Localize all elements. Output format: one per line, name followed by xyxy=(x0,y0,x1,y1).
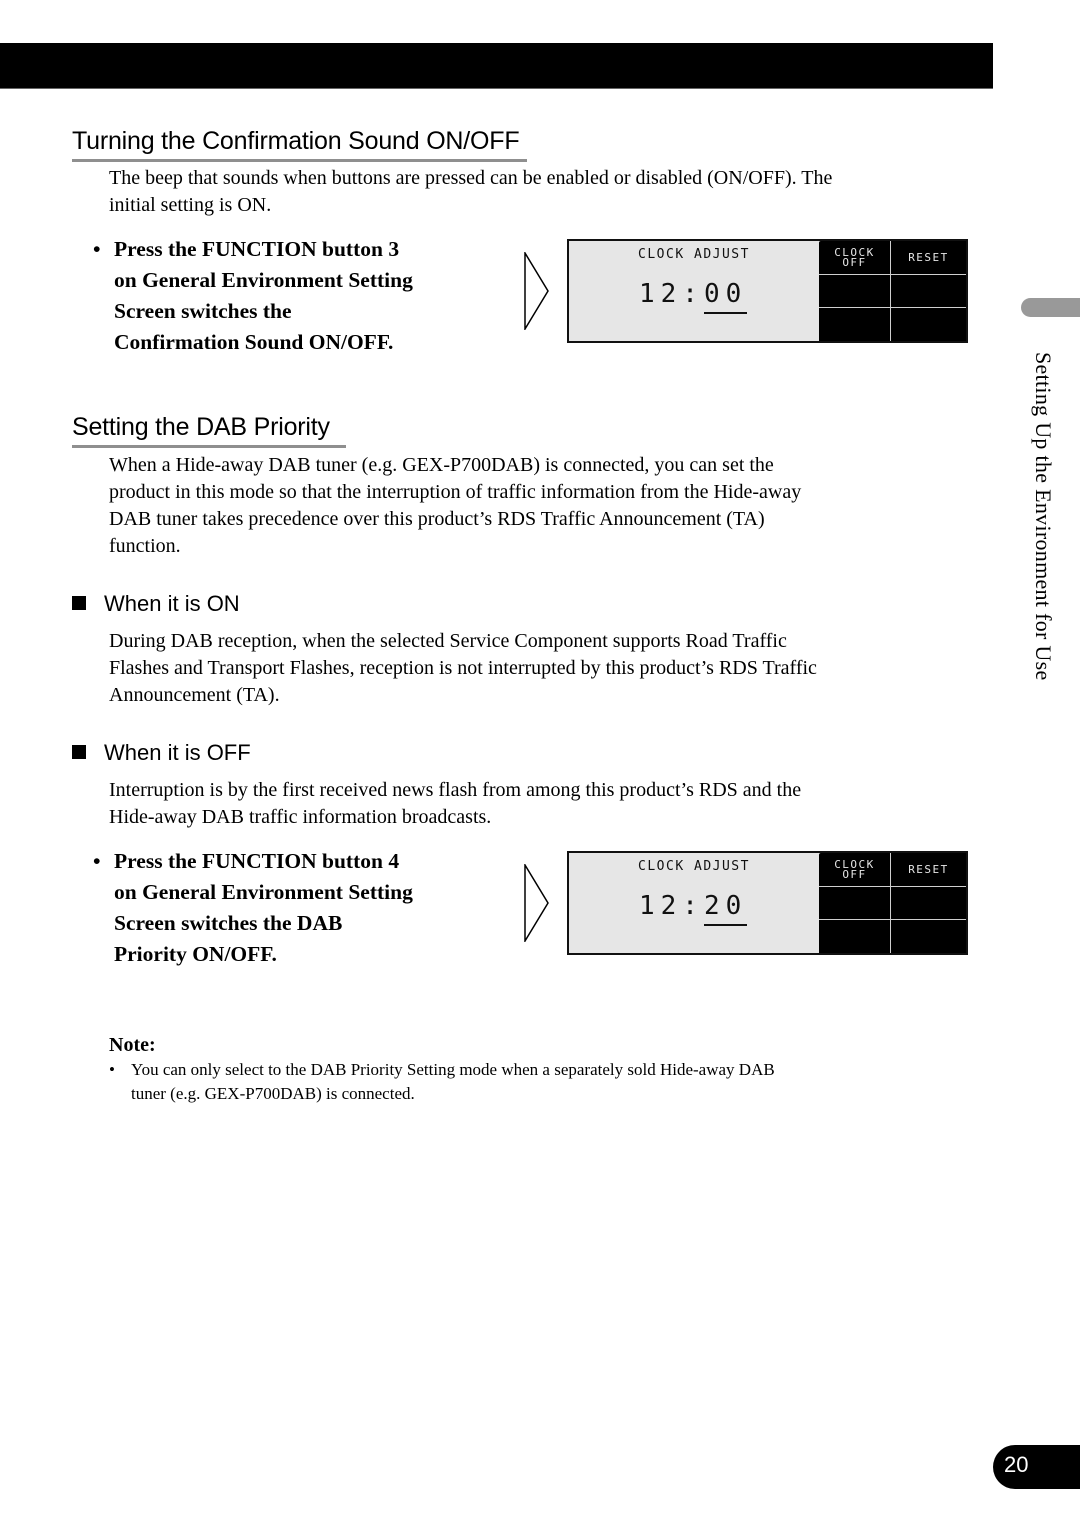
page-number: 20 xyxy=(1004,1452,1029,1477)
lcd-time-minute: 20 xyxy=(703,891,748,926)
lcd-empty-button[interactable] xyxy=(819,308,891,341)
bullet: • xyxy=(93,237,101,261)
reset-button[interactable]: RESET xyxy=(891,853,966,887)
lcd-screen-clock-adjust: CLOCK ADJUST 12:20 CLOCK OFF RESET xyxy=(567,851,968,955)
step-line: Press the FUNCTION button 4 xyxy=(114,849,400,873)
section-title-dab-priority: Setting the DAB Priority xyxy=(72,413,346,448)
lcd-empty-button[interactable] xyxy=(891,275,966,308)
note-line: You can only select to the DAB Priority … xyxy=(131,1060,775,1079)
lcd-empty-button[interactable] xyxy=(891,887,966,920)
section-title-confirmation-sound: Turning the Confirmation Sound ON/OFF xyxy=(72,127,527,162)
button-label: RESET xyxy=(908,862,949,876)
step-function-button-4: • Press the FUNCTION button 4 on General … xyxy=(93,846,413,970)
arrow-right-outline-icon xyxy=(524,252,549,330)
button-label: OFF xyxy=(842,255,867,269)
note-line: tuner (e.g. GEX-P700DAB) is connected. xyxy=(131,1084,415,1103)
lcd-empty-button[interactable] xyxy=(819,275,891,308)
step-line: Confirmation Sound ON/OFF. xyxy=(114,330,394,354)
step-line: on General Environment Setting xyxy=(114,268,413,292)
bullet: • xyxy=(109,1060,115,1079)
description-line: When a Hide-away DAB tuner (e.g. GEX-P70… xyxy=(109,454,774,476)
subsection-when-on: When it is ON xyxy=(72,591,240,617)
arrow-right-outline-icon xyxy=(524,864,549,942)
description-line: Interruption is by the first received ne… xyxy=(109,779,802,801)
step-line: Screen switches the DAB xyxy=(114,911,343,935)
bullet: • xyxy=(93,849,101,873)
description-line: Flashes and Transport Flashes, reception… xyxy=(109,657,817,679)
step-line: Press the FUNCTION button 3 xyxy=(114,237,400,261)
subsection-title-text: When it is OFF xyxy=(104,740,251,765)
note-label: Note: xyxy=(109,1034,156,1056)
description-line: Hide-away DAB traffic information broadc… xyxy=(109,806,492,828)
section-title-text: Turning the Confirmation Sound ON/OFF xyxy=(72,127,520,155)
description-line: During DAB reception, when the selected … xyxy=(109,630,787,652)
description-line: function. xyxy=(109,535,181,557)
subsection-title-text: When it is ON xyxy=(104,591,240,616)
lcd-time-hour: 12: xyxy=(639,891,704,921)
section-title-text: Setting the DAB Priority xyxy=(72,413,330,441)
lcd-time-hour: 12: xyxy=(639,279,704,309)
lcd-empty-button[interactable] xyxy=(891,920,966,953)
clock-off-button[interactable]: CLOCK OFF xyxy=(819,241,891,275)
lcd-button-grid: CLOCK OFF RESET xyxy=(819,241,966,341)
description-line: product in this mode so that the interru… xyxy=(109,481,802,503)
chapter-side-label: Setting Up the Environment for Use xyxy=(1031,352,1056,681)
reset-button[interactable]: RESET xyxy=(891,241,966,275)
lcd-screen-clock-adjust: CLOCK ADJUST 12:00 CLOCK OFF RESET xyxy=(567,239,968,343)
button-label: RESET xyxy=(908,250,949,264)
button-label: OFF xyxy=(842,867,867,881)
step-line: on General Environment Setting xyxy=(114,880,413,904)
page-number-badge: 20 xyxy=(993,1445,1080,1489)
lcd-empty-button[interactable] xyxy=(891,308,966,341)
description-line: Announcement (TA). xyxy=(109,684,280,706)
lcd-time-minute: 00 xyxy=(703,279,748,314)
dab-priority-description: When a Hide-away DAB tuner (e.g. GEX-P70… xyxy=(109,452,801,560)
when-on-description: During DAB reception, when the selected … xyxy=(109,628,817,709)
lcd-title: CLOCK ADJUST xyxy=(638,247,750,262)
subsection-when-off: When it is OFF xyxy=(72,740,251,766)
black-square-icon xyxy=(72,596,86,610)
description-line: DAB tuner takes precedence over this pro… xyxy=(109,508,765,530)
confirmation-sound-description: The beep that sounds when buttons are pr… xyxy=(109,165,832,219)
lcd-button-grid: CLOCK OFF RESET xyxy=(819,853,966,953)
lcd-title: CLOCK ADJUST xyxy=(638,859,750,874)
when-off-description: Interruption is by the first received ne… xyxy=(109,777,801,831)
header-bar xyxy=(0,43,993,89)
black-square-icon xyxy=(72,745,86,759)
clock-off-button[interactable]: CLOCK OFF xyxy=(819,853,891,887)
step-function-button-3: • Press the FUNCTION button 3 on General … xyxy=(93,234,413,358)
chapter-tab-marker xyxy=(1021,298,1080,317)
description-line: initial setting is ON. xyxy=(109,194,272,216)
step-line: Priority ON/OFF. xyxy=(114,942,277,966)
heading-underline xyxy=(72,159,527,162)
lcd-time-display: 12:00 xyxy=(639,279,748,314)
lcd-empty-button[interactable] xyxy=(819,887,891,920)
heading-underline xyxy=(72,445,346,448)
lcd-time-display: 12:20 xyxy=(639,891,748,926)
note-item: • You can only select to the DAB Priorit… xyxy=(109,1058,775,1106)
step-line: Screen switches the xyxy=(114,299,292,323)
description-line: The beep that sounds when buttons are pr… xyxy=(109,167,833,189)
lcd-empty-button[interactable] xyxy=(819,920,891,953)
